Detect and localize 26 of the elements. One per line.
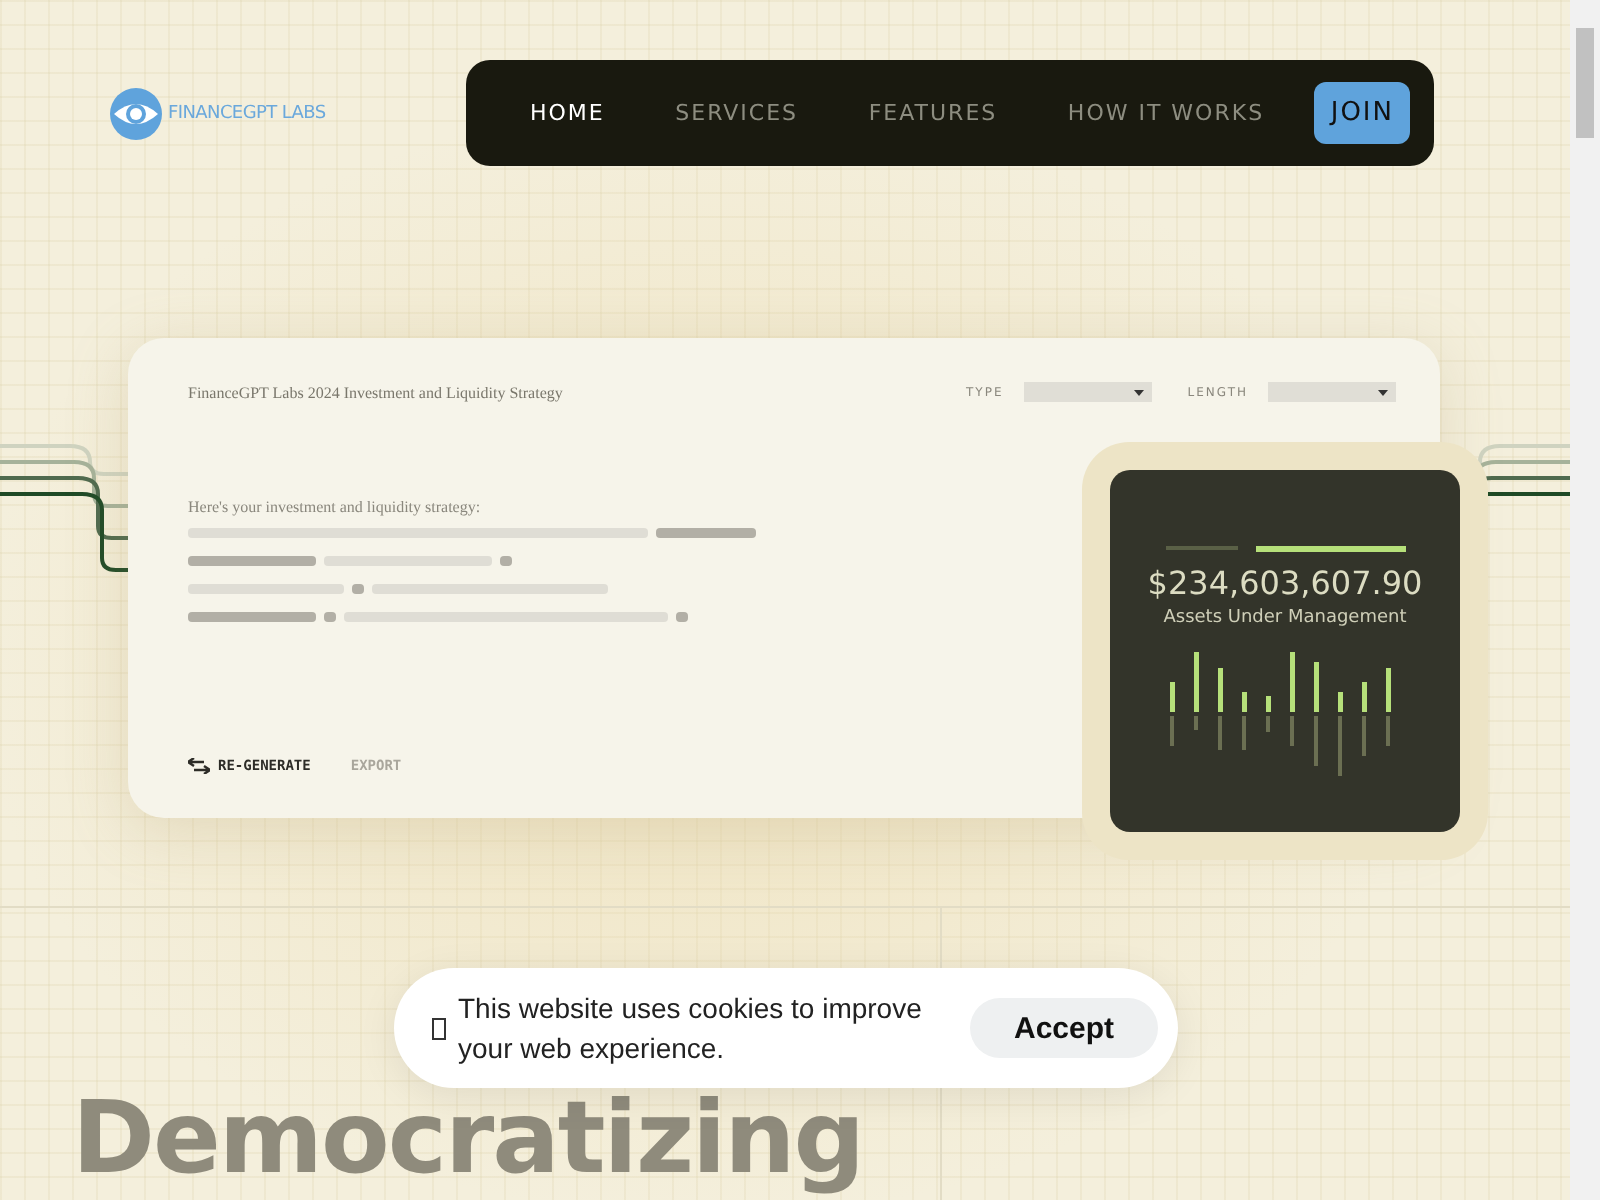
nav-link[interactable]: SERVICES (655, 88, 819, 138)
swap-arrows-icon (188, 758, 210, 774)
cookie-message: This website uses cookies to improve your web experience. (458, 990, 924, 1068)
nav-link[interactable]: HOME (510, 88, 625, 138)
logo-text: FINANCEGPT LABS (168, 103, 326, 123)
card-title: FinanceGPT Labs 2024 Investment and Liquidity Strategy (188, 383, 563, 401)
intro-text: Here's your investment and liquidity strategy: (188, 498, 483, 516)
text-placeholder-bar (352, 584, 364, 594)
text-placeholder-bar (188, 556, 316, 566)
scrollbar[interactable] (1570, 0, 1600, 1200)
caret-icon (1378, 389, 1388, 395)
nav-link[interactable]: HOW IT WORKS (1047, 88, 1285, 138)
select-field[interactable] (1023, 382, 1152, 402)
text-placeholder-bar (656, 528, 756, 538)
text-placeholder-bar (676, 612, 688, 622)
nav-link[interactable]: FEATURES (848, 88, 1018, 138)
eye-logo-icon (108, 87, 164, 139)
join-button[interactable]: JOIN (1314, 82, 1410, 144)
caret-icon (1133, 389, 1144, 395)
select-field[interactable] (1268, 382, 1396, 402)
accept-button[interactable]: Accept (970, 998, 1158, 1058)
assets-caption: Assets Under Management (1163, 608, 1407, 628)
text-placeholder-bar (188, 612, 316, 622)
text-placeholder-bar (324, 612, 336, 622)
text-placeholder-bar (500, 556, 512, 566)
assets-amount: $234,603,607.90 (1147, 564, 1423, 602)
